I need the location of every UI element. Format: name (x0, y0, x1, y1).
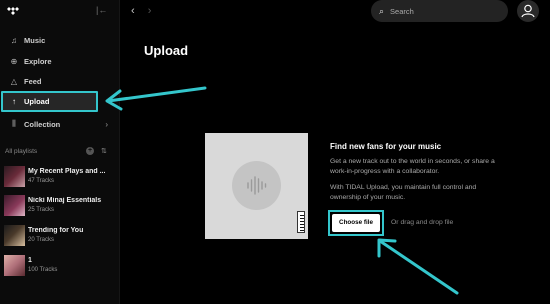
globe-icon: ⊕ (10, 56, 18, 66)
playlist-track-count: 25 Tracks (28, 207, 55, 213)
sort-icon[interactable]: ⇅ (101, 147, 107, 155)
search-icon: ⌕ (379, 5, 385, 16)
info-line: work-in-progress with a collaborator. (330, 168, 440, 175)
bell-icon: △ (10, 76, 18, 86)
playlist-track-count: 20 Tracks (28, 237, 55, 243)
music-note-icon: ♫ (11, 35, 17, 45)
playlist-name: Trending for You (28, 227, 84, 234)
sidebar-item-label: Explore (24, 56, 52, 66)
upload-arrow-icon: ↑ (12, 97, 16, 106)
forward-arrow-icon[interactable]: › (148, 5, 152, 17)
info-paragraph-1: Get a new track out to the world in seco… (330, 157, 530, 177)
playlist-track-count: 100 Tracks (28, 267, 58, 273)
sidebar-item-music[interactable]: ♫ Music (4, 31, 114, 49)
sidebar-item-upload[interactable]: ↑ Upload (1, 91, 98, 112)
sidebar-item-label: Music (24, 35, 46, 45)
chevron-right-icon[interactable]: › (105, 120, 108, 129)
info-line: With TIDAL Upload, you maintain full con… (330, 184, 477, 191)
choose-file-button[interactable]: Choose file (332, 214, 380, 232)
add-playlist-icon[interactable]: + (86, 147, 94, 155)
avatar[interactable] (517, 0, 539, 22)
playlist-thumbnail (4, 195, 25, 216)
playlist-thumbnail (4, 225, 25, 246)
sidebar-item-feed[interactable]: △ Feed (4, 72, 114, 90)
playlist-item[interactable]: My Recent Plays and ... 47 Tracks (4, 166, 116, 188)
waveform-circle (232, 161, 281, 210)
playlist-item[interactable]: Trending for You 20 Tracks (4, 225, 116, 247)
playlist-name: My Recent Plays and ... (28, 168, 106, 175)
choose-file-highlight: Choose file (328, 210, 384, 236)
playlists-header: All playlists + ⇅ (5, 147, 113, 155)
playlist-item[interactable]: 1 100 Tracks (4, 255, 116, 277)
page-title: Upload (144, 43, 189, 58)
waveform-icon (247, 176, 267, 195)
upload-badge-icon (297, 211, 305, 233)
search-placeholder: Search (390, 6, 414, 16)
playlist-track-count: 47 Tracks (28, 178, 55, 184)
info-paragraph-2: With TIDAL Upload, you maintain full con… (330, 183, 530, 203)
arrow-to-upload (106, 86, 207, 103)
search-input[interactable]: ⌕ Search (371, 0, 508, 22)
collection-icon: ⫼ (12, 119, 16, 128)
arrow-head-choose (377, 238, 397, 258)
info-title: Find new fans for your music (330, 142, 442, 151)
user-icon (521, 4, 535, 18)
sidebar-item-label: Feed (24, 76, 42, 86)
sidebar-item-collection[interactable]: ⫼ Collection › (4, 115, 114, 133)
sidebar: |← ♫ Music ⊕ Explore △ Feed ↑ Upload ⫼ C… (0, 0, 120, 304)
sidebar-item-label: Collection (24, 119, 61, 129)
playlist-item[interactable]: Nicki Minaj Essentials 25 Tracks (4, 195, 116, 217)
info-line: Get a new track out to the world in seco… (330, 158, 495, 165)
collapse-sidebar-icon[interactable]: |← (96, 5, 107, 15)
info-line: ownership of your music. (330, 194, 406, 201)
sidebar-item-explore[interactable]: ⊕ Explore (4, 52, 114, 70)
playlist-name: Nicki Minaj Essentials (28, 197, 102, 204)
playlist-thumbnail (4, 166, 25, 187)
back-arrow-icon[interactable]: ‹ (131, 5, 135, 17)
playlist-thumbnail (4, 255, 25, 276)
drag-drop-hint: Or drag and drop file (391, 219, 454, 226)
arrow-to-choose-file (378, 239, 459, 295)
history-nav: ‹ › (131, 5, 161, 17)
playlists-header-label: All playlists (5, 148, 38, 155)
playlist-name: 1 (28, 257, 32, 264)
sidebar-item-label: Upload (24, 97, 50, 106)
upload-artwork-placeholder (205, 133, 308, 239)
tidal-logo-icon[interactable] (7, 7, 19, 17)
